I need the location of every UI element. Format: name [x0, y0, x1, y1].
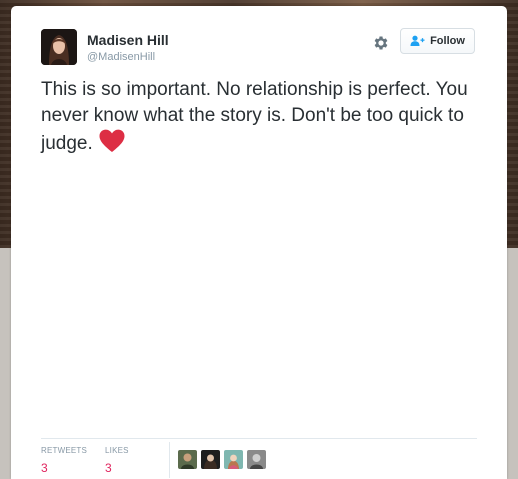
- liker-avatar-1[interactable]: [178, 450, 197, 469]
- tweet-card: Madisen Hill @MadisenHill Follow This is…: [11, 6, 507, 479]
- stats-divider: [169, 442, 170, 478]
- likes-label: LIKES: [105, 446, 129, 455]
- author-avatar[interactable]: [41, 29, 77, 65]
- liker-avatar-4[interactable]: [247, 450, 266, 469]
- tweet-text-block: This is so important. No relationship is…: [41, 77, 481, 161]
- tweet-stats: RETWEETS 3 LIKES 3: [41, 438, 477, 479]
- retweets-count: 3: [41, 461, 48, 475]
- retweets-label: RETWEETS: [41, 446, 88, 455]
- likes-stat[interactable]: LIKES 3: [105, 446, 129, 475]
- author-handle[interactable]: @MadisenHill: [87, 51, 155, 63]
- retweets-stat[interactable]: RETWEETS 3: [41, 446, 87, 475]
- add-user-icon: [410, 35, 425, 47]
- follow-label: Follow: [430, 35, 465, 47]
- follow-button[interactable]: Follow: [400, 28, 475, 54]
- author-name[interactable]: Madisen Hill: [87, 32, 169, 48]
- liker-avatar-2[interactable]: [201, 450, 220, 469]
- liker-avatar-3[interactable]: [224, 450, 243, 469]
- likes-count: 3: [105, 461, 112, 475]
- gear-icon[interactable]: [372, 34, 390, 52]
- red-heart-icon: [99, 129, 125, 161]
- liker-avatars: [178, 450, 266, 469]
